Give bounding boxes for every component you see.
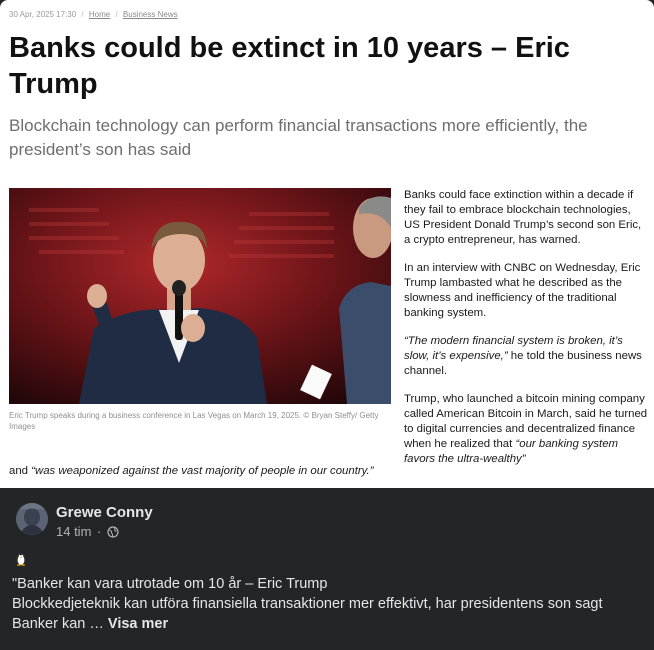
time-separator: · (97, 524, 102, 539)
penguin-icon (13, 550, 29, 566)
avatar[interactable] (16, 503, 48, 535)
post-author[interactable]: Grewe Conny (56, 504, 153, 521)
breadcrumb-home-link[interactable]: Home (89, 10, 110, 19)
post-text-truncated: Banker kan … (12, 616, 108, 632)
article-photo[interactable] (9, 188, 391, 404)
shared-article-card[interactable]: 30 Apr, 2025 17:30 / Home / Business New… (0, 0, 654, 488)
breadcrumb-separator: / (81, 10, 84, 19)
article-paragraph: “The modern financial system is broken, … (404, 334, 648, 379)
article-meta: 30 Apr, 2025 17:30 / Home / Business New… (9, 10, 178, 19)
post-time[interactable]: 14 tim (56, 524, 91, 539)
post-text-line: Banker kan … Visa mer (12, 614, 642, 634)
article-body: Banks could face extinction within a dec… (404, 188, 648, 480)
see-more-link[interactable]: Visa mer (108, 616, 168, 632)
article-paragraph: Banks could face extinction within a dec… (404, 189, 642, 246)
article-paragraph: Trump, who launched a bitcoin mining com… (404, 392, 648, 467)
post-text-line: "Banker kan vara utrotade om 10 år – Eri… (12, 576, 328, 592)
globe-icon[interactable] (107, 526, 119, 541)
post-text: "Banker kan vara utrotade om 10 år – Eri… (12, 574, 642, 634)
article-quote: “was weaponized against the vast majorit… (31, 465, 374, 477)
article-date: 30 Apr, 2025 17:30 (9, 10, 77, 19)
article-subheadline: Blockchain technology can perform financ… (9, 116, 588, 159)
avatar-image (16, 503, 48, 535)
article-photo-illustration (9, 188, 391, 404)
facebook-post: Grewe Conny 14 tim · "Banker kan vara ut… (0, 488, 654, 650)
post-timestamp: 14 tim · (56, 524, 119, 541)
article-headline[interactable]: Banks could be extinct in 10 years – Eri… (9, 30, 639, 102)
article-paragraph-continuation: and “was weaponized against the vast maj… (9, 464, 374, 479)
article-paragraph-text: and (9, 465, 32, 477)
photo-caption: Eric Trump speaks during a business conf… (9, 411, 379, 431)
breadcrumb-separator: / (115, 10, 118, 19)
breadcrumb-business-news-link[interactable]: Business News (123, 10, 178, 19)
post-text-line: Blockkedjeteknik kan utföra finansiella … (12, 596, 603, 612)
article-paragraph: In an interview with CNBC on Wednesday, … (404, 262, 641, 319)
